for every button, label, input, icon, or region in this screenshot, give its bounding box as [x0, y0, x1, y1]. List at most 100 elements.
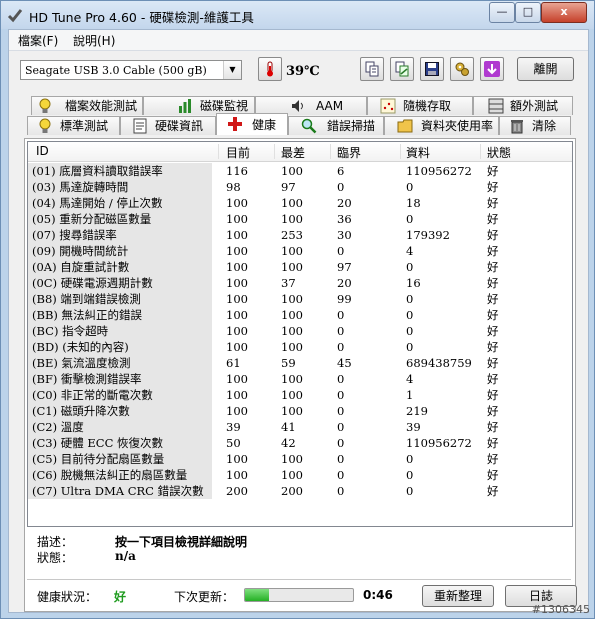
- raw-data-value-cell: 0: [406, 452, 414, 466]
- threshold-value-cell: 0: [337, 452, 345, 466]
- table-row[interactable]: (BD) (未知的內容) 100 100 0 0 好: [28, 339, 572, 355]
- status-value: n/a: [115, 549, 136, 563]
- scatter-chart-icon: [380, 98, 396, 114]
- column-header-status[interactable]: 狀態: [487, 144, 511, 161]
- tab-health[interactable]: 健康: [216, 113, 288, 135]
- update-progress-bar: [244, 588, 354, 602]
- smart-attributes-table[interactable]: ID 目前 最差 臨界 資料 狀態 (01) 底層資料讀取錯誤率 116 100 6 1…: [27, 141, 573, 527]
- status-value-cell: 好: [487, 292, 499, 306]
- current-value-cell: 100: [226, 260, 248, 274]
- title-bar[interactable]: HD Tune Pro 4.60 - 硬碟檢測-維護工具 — □ x: [1, 1, 594, 29]
- details-area: 描述： 按一下項目檢視詳細說明 狀態： n/a: [27, 529, 571, 574]
- temperature-button[interactable]: [258, 57, 282, 81]
- table-row[interactable]: (C0) 非正常的斷電次數 100 100 0 1 好: [28, 387, 572, 403]
- table-row[interactable]: (BB) 無法糾正的錯誤 100 100 0 0 好: [28, 307, 572, 323]
- table-row[interactable]: (C5) 目前待分配扇區數量 100 100 0 0 好: [28, 451, 572, 467]
- worst-value-cell: 42: [281, 436, 296, 450]
- status-value-cell: 好: [487, 388, 499, 402]
- tab-label: 隨機存取: [403, 99, 452, 113]
- worst-value-cell: 41: [281, 420, 296, 434]
- drive-select[interactable]: Seagate USB 3.0 Cable (500 gB) ▼: [20, 60, 242, 80]
- threshold-value-cell: 0: [337, 308, 345, 322]
- client-area: 檔案(F) 說明(H) Seagate USB 3.0 Cable (500 g…: [8, 29, 589, 613]
- speaker-icon: [292, 100, 303, 112]
- table-row[interactable]: (0A) 自旋重試計數 100 100 97 0 好: [28, 259, 572, 275]
- table-row[interactable]: (07) 搜尋錯誤率 100 253 30 179392 好: [28, 227, 572, 243]
- save-button[interactable]: [420, 57, 444, 81]
- maximize-button[interactable]: □: [515, 2, 541, 23]
- tab-label: 檔案效能測試: [65, 99, 138, 113]
- threshold-value-cell: 45: [337, 356, 352, 370]
- worst-value-cell: 100: [281, 324, 303, 338]
- current-value-cell: 100: [226, 452, 248, 466]
- copy-icon: [365, 61, 379, 77]
- attribute-name-cell: (04) 馬達開始 / 停止次數: [28, 195, 212, 211]
- column-header-worst[interactable]: 最差: [281, 144, 305, 161]
- menu-help[interactable]: 說明(H): [73, 32, 115, 49]
- download-button[interactable]: [480, 57, 504, 81]
- column-header-id[interactable]: ID: [36, 144, 49, 158]
- table-row[interactable]: (C2) 溫度 39 41 0 39 好: [28, 419, 572, 435]
- chevron-down-icon[interactable]: ▼: [223, 61, 241, 79]
- table-row[interactable]: (BE) 氣流溫度檢測 61 59 45 689438759 好: [28, 355, 572, 371]
- tab-benchmark[interactable]: 標準測試: [27, 116, 120, 135]
- status-value-cell: 好: [487, 180, 499, 194]
- status-value-cell: 好: [487, 436, 499, 450]
- table-row[interactable]: (BF) 衝擊檢測錯誤率 100 100 0 4 好: [28, 371, 572, 387]
- threshold-value-cell: 20: [337, 276, 352, 290]
- table-row[interactable]: (0C) 硬碟電源週期計數 100 37 20 16 好: [28, 275, 572, 291]
- column-header-data[interactable]: 資料: [406, 144, 430, 161]
- refresh-button[interactable]: 重新整理: [422, 585, 494, 607]
- close-button[interactable]: x: [541, 2, 587, 23]
- current-value-cell: 100: [226, 196, 248, 210]
- worst-value-cell: 100: [281, 340, 303, 354]
- table-row[interactable]: (01) 底層資料讀取錯誤率 116 100 6 110956272 好: [28, 163, 572, 179]
- tab-file-benchmark[interactable]: 檔案效能測試: [31, 96, 143, 115]
- status-value-cell: 好: [487, 356, 499, 370]
- table-row[interactable]: (B8) 端到端錯誤檢測 100 100 99 0 好: [28, 291, 572, 307]
- table-row[interactable]: (03) 馬達旋轉時間 98 97 0 0 好: [28, 179, 572, 195]
- copy-button[interactable]: [360, 57, 384, 81]
- table-row[interactable]: (04) 馬達開始 / 停止次數 100 100 20 18 好: [28, 195, 572, 211]
- current-value-cell: 100: [226, 324, 248, 338]
- column-header-current[interactable]: 目前: [226, 144, 250, 161]
- worst-value-cell: 100: [281, 212, 303, 226]
- copy-chart-button[interactable]: [390, 57, 414, 81]
- raw-data-value-cell: 0: [406, 324, 414, 338]
- current-value-cell: 61: [226, 356, 241, 370]
- table-row[interactable]: (BC) 指令超時 100 100 0 0 好: [28, 323, 572, 339]
- column-separator: [218, 144, 219, 159]
- current-value-cell: 100: [226, 228, 248, 242]
- lightbulb-icon: [39, 118, 51, 133]
- worst-value-cell: 100: [281, 372, 303, 386]
- tab-extra-tests[interactable]: 額外測試: [473, 96, 573, 115]
- threshold-value-cell: 20: [337, 196, 352, 210]
- attribute-name-cell: (BF) 衝擊檢測錯誤率: [28, 371, 212, 387]
- tab-random-access[interactable]: 隨機存取: [367, 96, 473, 115]
- threshold-value-cell: 0: [337, 404, 345, 418]
- column-header-threshold[interactable]: 臨界: [337, 144, 361, 161]
- table-row[interactable]: (C7) Ultra DMA CRC 錯誤次數 200 200 0 0 好: [28, 483, 572, 499]
- table-row[interactable]: (09) 開機時間統計 100 100 0 4 好: [28, 243, 572, 259]
- attribute-name-cell: (05) 重新分配磁區數量: [28, 211, 212, 227]
- current-value-cell: 100: [226, 388, 248, 402]
- attribute-name-cell: (C0) 非正常的斷電次數: [28, 387, 212, 403]
- status-bar: 健康狀況： 好 下次更新： 0:46 重新整理 日誌: [27, 579, 577, 608]
- options-button[interactable]: [450, 57, 474, 81]
- table-row[interactable]: (C3) 硬體 ECC 恢復次數 50 42 0 110956272 好: [28, 435, 572, 451]
- minimize-button[interactable]: —: [489, 2, 515, 23]
- tab-error-scan[interactable]: 錯誤掃描: [288, 116, 384, 135]
- table-row[interactable]: (C6) 脫機無法糾正的扇區數量 100 100 0 0 好: [28, 467, 572, 483]
- attribute-name-cell: (C6) 脫機無法糾正的扇區數量: [28, 467, 212, 483]
- table-row[interactable]: (C1) 磁頭升降次數 100 100 0 219 好: [28, 403, 572, 419]
- tab-erase[interactable]: 清除: [499, 116, 571, 135]
- tab-folder-usage[interactable]: 資料夾使用率: [384, 116, 499, 135]
- threshold-value-cell: 0: [337, 468, 345, 482]
- tab-drive-info[interactable]: 硬碟資訊: [120, 116, 216, 135]
- current-value-cell: 100: [226, 292, 248, 306]
- next-update-time: 0:46: [363, 588, 393, 602]
- menu-file[interactable]: 檔案(F): [18, 32, 58, 49]
- table-row[interactable]: (05) 重新分配磁區數量 100 100 36 0 好: [28, 211, 572, 227]
- exit-button[interactable]: 離開: [517, 57, 574, 81]
- status-value-cell: 好: [487, 260, 499, 274]
